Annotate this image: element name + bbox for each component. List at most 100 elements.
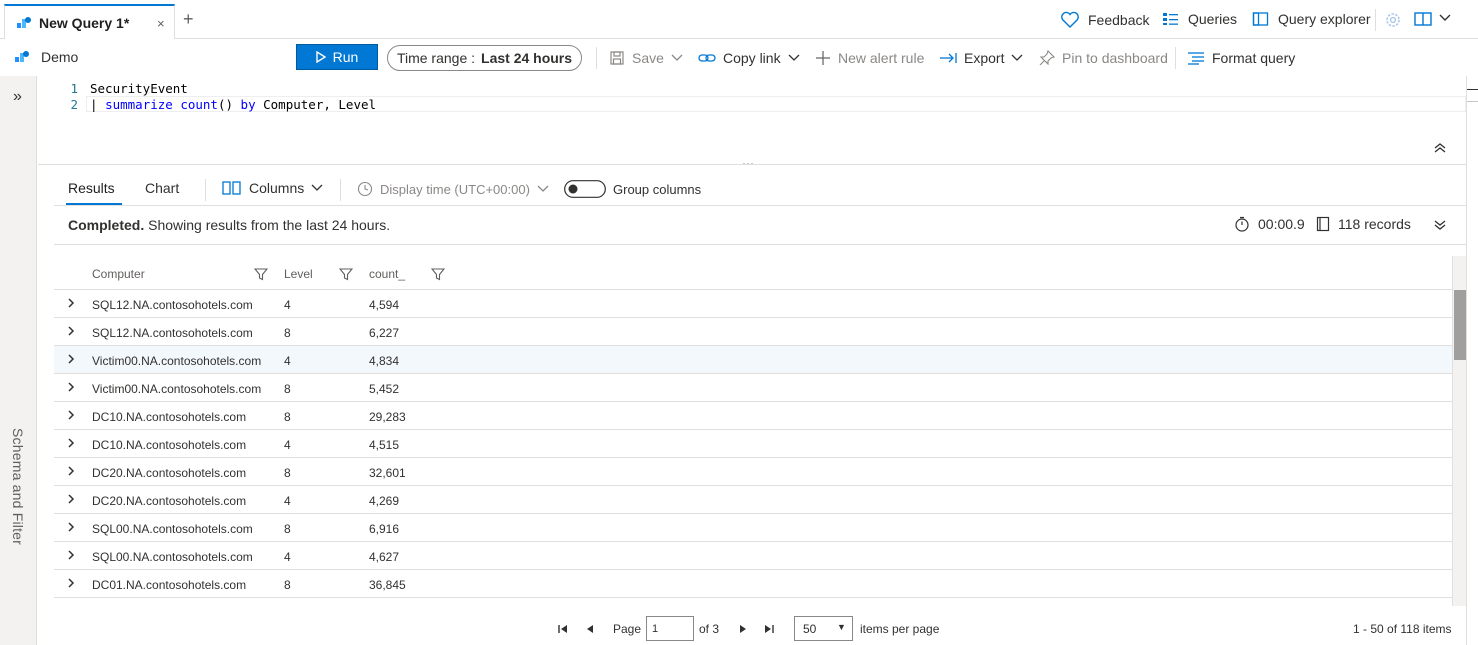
scrollbar-thumb[interactable]	[1454, 290, 1466, 360]
expand-row-icon[interactable]	[66, 409, 76, 421]
active-tab-underline	[66, 203, 122, 205]
table-row[interactable]: SQL00.NA.contosohotels.com 8 6,916	[54, 514, 1452, 542]
last-page-icon[interactable]	[763, 623, 775, 635]
query-editor[interactable]: 1 SecurityEvent 2 | summarize count() by…	[38, 76, 1466, 170]
expand-row-icon[interactable]	[66, 465, 76, 477]
pin-to-dashboard-button[interactable]: Pin to dashboard	[1039, 50, 1168, 66]
chevron-down-icon	[788, 54, 800, 62]
query-tab-bar: New Query 1* × + Feedback Queries Query …	[0, 0, 1478, 39]
query-tab[interactable]: New Query 1* ×	[4, 4, 175, 39]
query-tab-title: New Query 1*	[39, 15, 130, 31]
table-row[interactable]: Victim00.NA.contosohotels.com 4 4,834	[54, 346, 1452, 374]
close-tab-icon[interactable]: ×	[157, 16, 165, 31]
expand-row-icon[interactable]	[66, 521, 76, 533]
expand-row-icon[interactable]	[66, 493, 76, 505]
schema-filter-panel-collapsed[interactable]: » Schema and Filter	[0, 76, 37, 645]
chevron-down-icon	[311, 184, 323, 192]
code-token: ()	[217, 97, 241, 112]
cell-count: 4,515	[369, 438, 400, 452]
cell-count: 29,283	[369, 410, 406, 424]
expand-row-icon[interactable]	[66, 297, 76, 309]
page-count: of 3	[699, 622, 720, 636]
gear-icon[interactable]	[1384, 11, 1402, 29]
collapse-editor-icon[interactable]	[1434, 142, 1446, 154]
column-header-computer[interactable]: Computer	[92, 267, 145, 281]
queries-button[interactable]: Queries	[1162, 11, 1237, 27]
code-token: count	[180, 97, 218, 112]
display-time-label: Display time (UTC+00:00)	[380, 181, 530, 197]
page-number-input[interactable]	[646, 616, 694, 641]
editor-results-splitter[interactable]	[38, 164, 1466, 165]
table-row[interactable]: DC10.NA.contosohotels.com 4 4,515	[54, 430, 1452, 458]
filter-icon[interactable]	[431, 267, 445, 281]
save-button[interactable]: Save	[609, 50, 683, 66]
expand-row-icon[interactable]	[66, 381, 76, 393]
table-row[interactable]: Victim00.NA.contosohotels.com 8 5,452	[54, 374, 1452, 402]
expand-panel-icon[interactable]: »	[13, 88, 22, 106]
column-header-level[interactable]: Level	[284, 267, 313, 281]
table-row[interactable]: SQL00.NA.contosohotels.com 4 4,627	[54, 542, 1452, 570]
feedback-button[interactable]: Feedback	[1060, 11, 1149, 29]
time-range-value: Last 24 hours	[481, 50, 573, 66]
columns-button[interactable]: Columns	[222, 180, 323, 196]
status-message: Completed. Showing results from the last…	[68, 217, 390, 233]
resize-handle-icon[interactable]: ···	[742, 156, 754, 170]
clock-icon	[357, 181, 373, 197]
filter-icon[interactable]	[339, 267, 353, 281]
copy-link-button[interactable]: Copy link	[698, 50, 800, 66]
link-icon	[698, 51, 716, 65]
cell-count: 6,916	[369, 522, 400, 536]
toolbar-divider	[1375, 9, 1376, 31]
table-row[interactable]: DC10.NA.contosohotels.com 8 29,283	[54, 402, 1452, 430]
display-time-dropdown[interactable]: Display time (UTC+00:00)	[357, 181, 549, 197]
grid-scrollbar[interactable]	[1452, 256, 1466, 606]
query-explorer-button[interactable]: Query explorer	[1252, 11, 1371, 27]
expand-row-icon[interactable]	[66, 577, 76, 589]
table-row[interactable]: DC01.NA.contosohotels.com 8 36,845	[54, 570, 1452, 598]
tab-chart[interactable]: Chart	[145, 180, 179, 196]
chevron-down-icon	[1011, 54, 1023, 62]
group-columns-label: Group columns	[613, 181, 702, 197]
editor-scrollbar[interactable]	[1466, 76, 1478, 645]
column-header-count[interactable]: count_	[369, 267, 405, 281]
items-per-page-select[interactable]: 50 ▼	[794, 616, 853, 641]
book-icon[interactable]	[1414, 11, 1432, 27]
cell-level: 4	[284, 438, 291, 452]
format-query-button[interactable]: Format query	[1187, 50, 1295, 66]
query-explorer-icon	[1252, 11, 1270, 27]
list-icon	[1162, 11, 1180, 27]
filter-icon[interactable]	[254, 267, 268, 281]
next-page-icon[interactable]	[737, 623, 749, 635]
table-row[interactable]: DC20.NA.contosohotels.com 8 32,601	[54, 458, 1452, 486]
format-query-label: Format query	[1212, 50, 1296, 66]
pagination-bar: Page of 3 50 ▼ items per page 1 - 50 of …	[54, 606, 1466, 645]
cell-computer: DC20.NA.contosohotels.com	[92, 494, 247, 508]
pin-icon	[1039, 50, 1055, 66]
export-button[interactable]: Export	[939, 50, 1023, 66]
expand-row-icon[interactable]	[66, 325, 76, 337]
scroll-marker	[1467, 89, 1478, 90]
cell-count: 4,627	[369, 550, 400, 564]
time-range-picker[interactable]: Time range : Last 24 hours	[387, 45, 582, 71]
status-completed: Completed.	[68, 217, 145, 233]
table-row[interactable]: DC20.NA.contosohotels.com 4 4,269	[54, 486, 1452, 514]
previous-page-icon[interactable]	[584, 623, 596, 635]
workspace-selector[interactable]: Demo	[14, 49, 78, 65]
line-number: 2	[70, 97, 78, 112]
expand-details-icon[interactable]	[1434, 219, 1446, 231]
expand-row-icon[interactable]	[66, 353, 76, 365]
cell-count: 4,594	[369, 298, 400, 312]
chevron-down-icon[interactable]	[1438, 13, 1452, 23]
tab-results[interactable]: Results	[68, 180, 115, 196]
new-alert-rule-button[interactable]: New alert rule	[815, 50, 924, 66]
run-button[interactable]: Run	[296, 44, 378, 70]
add-tab-button[interactable]: +	[183, 10, 194, 28]
table-row[interactable]: SQL12.NA.contosohotels.com 8 6,227	[54, 318, 1452, 346]
first-page-icon[interactable]	[557, 623, 569, 635]
plus-icon	[815, 50, 831, 66]
group-columns-toggle[interactable]: Group columns	[564, 180, 701, 198]
expand-row-icon[interactable]	[66, 549, 76, 561]
table-row[interactable]: SQL12.NA.contosohotels.com 4 4,594	[54, 290, 1452, 318]
expand-row-icon[interactable]	[66, 437, 76, 449]
toggle-switch[interactable]	[564, 180, 606, 198]
